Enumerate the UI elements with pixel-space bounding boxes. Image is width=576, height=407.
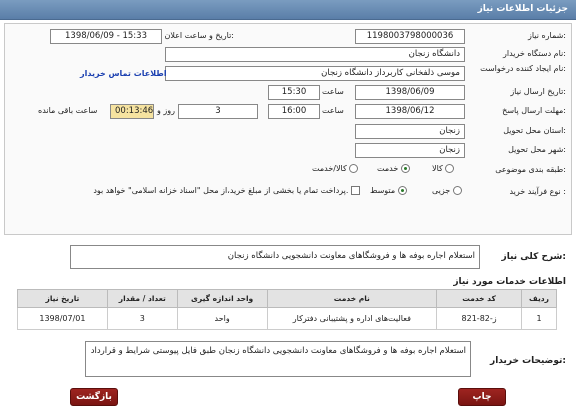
purchase-option-minor-label: جزیی <box>432 186 451 195</box>
services-table-wrap: تاریخ نیاز تعداد / مقدار واحد اندازه گیر… <box>17 289 557 330</box>
radio-minor[interactable] <box>452 186 462 195</box>
buyer-contact-link[interactable]: اطلاعات تماس خریدار <box>80 69 167 78</box>
deadline-time-label: ساعت <box>322 106 344 115</box>
category-option-goods-service-label: کالا/خدمت <box>312 164 347 173</box>
col-need-date: تاریخ نیاز <box>17 289 108 308</box>
summary-label: شرح کلی نیاز: <box>501 252 566 262</box>
radio-goods[interactable] <box>445 164 455 173</box>
send-date-field[interactable]: 1398/06/09 <box>355 85 465 100</box>
back-button[interactable]: بازگشت <box>70 388 118 406</box>
buyer-org-field[interactable]: دانشگاه زنجان <box>165 47 465 62</box>
cell-service-name: فعالیت‌های اداره و پشتیبانی دفترکار <box>266 307 438 330</box>
deadline-time-field[interactable]: 16:00 <box>268 104 320 119</box>
services-heading: اطلاعات خدمات مورد نیاز <box>453 277 566 287</box>
summary-field[interactable]: استعلام اجاره بوفه ها و فروشگاهای معاونت… <box>70 245 480 269</box>
purchase-option-minor[interactable]: جزیی <box>432 186 462 195</box>
treasury-payment-checkbox[interactable] <box>351 186 360 195</box>
deadline-label: مهلت ارسال پاسخ: <box>502 106 566 115</box>
city-label: شهر محل تحویل: <box>508 145 566 154</box>
category-option-service[interactable]: خدمت <box>377 164 410 173</box>
table-row[interactable]: 1398/07/01 3 واحد فعالیت‌های اداره و پشت… <box>17 307 557 330</box>
requester-field[interactable]: موسی ذلفخانی کاربرداز دانشگاه زنجان <box>165 66 465 81</box>
city-field[interactable]: زنجان <box>355 143 465 158</box>
purchase-option-medium[interactable]: متوسط <box>370 186 407 195</box>
deadline-date-field[interactable]: 1398/06/12 <box>355 104 465 119</box>
treasury-payment-option[interactable]: پرداخت تمام یا بخشی از مبلغ خرید،از محل … <box>70 186 360 195</box>
col-service-code: کد خدمت <box>436 289 522 308</box>
purchase-option-medium-label: متوسط <box>370 186 396 195</box>
cell-row-number: 1 <box>521 307 557 330</box>
cell-service-code: ز-82-821 <box>436 307 522 330</box>
province-label: استان محل تحویل: <box>503 126 566 135</box>
print-button[interactable]: چاپ <box>458 388 506 406</box>
need-number-field[interactable]: 1198003798000036 <box>355 29 465 44</box>
buyer-org-label: نام دستگاه خریدار: <box>502 49 566 58</box>
need-number-label: شماره نیاز: <box>527 31 566 40</box>
category-option-goods-label: کالا <box>432 164 443 173</box>
col-quantity: تعداد / مقدار <box>106 289 178 308</box>
send-time-field[interactable]: 15:30 <box>268 85 320 100</box>
page-title: جزئیات اطلاعات نیاز <box>477 4 568 14</box>
days-label: روز و <box>157 106 175 115</box>
category-option-service-label: خدمت <box>377 164 399 173</box>
remaining-time-field: 00:13:46 <box>110 104 154 119</box>
page-header: جزئیات اطلاعات نیاز <box>0 0 576 20</box>
radio-goods-service[interactable] <box>349 164 359 173</box>
category-label: طبقه بندی موضوعی: <box>495 165 566 174</box>
purchase-type-label: نوع فرآیند خرید : <box>509 187 566 196</box>
cell-quantity: 3 <box>106 307 178 330</box>
col-service-name: نام خدمت <box>266 289 438 308</box>
radio-service[interactable] <box>400 164 410 173</box>
requester-label-text: نام ایجاد کننده درخواست: <box>480 64 566 73</box>
announce-datetime-field[interactable]: 1398/06/09 - 15:33 <box>50 29 162 44</box>
col-unit: واحد اندازه گیری <box>176 289 268 308</box>
services-table: تاریخ نیاز تعداد / مقدار واحد اندازه گیر… <box>17 289 557 330</box>
cell-need-date: 1398/07/01 <box>17 307 108 330</box>
requester-label: نام ایجاد کننده درخواست: <box>480 64 566 74</box>
category-option-goods-service[interactable]: کالا/خدمت <box>312 164 359 173</box>
cell-unit: واحد <box>176 307 268 330</box>
radio-medium[interactable] <box>397 186 407 195</box>
province-field[interactable]: زنجان <box>355 124 465 139</box>
buyer-notes-field[interactable]: استعلام اجاره بوفه ها و فروشگاهای معاونت… <box>85 341 471 377</box>
send-time-label: ساعت <box>322 87 344 96</box>
buyer-notes-label: توضیحات خریدار: <box>490 356 566 366</box>
send-date-label: تاریخ ارسال نیاز: <box>510 87 566 96</box>
category-option-goods[interactable]: کالا <box>432 164 455 173</box>
col-row-number: ردیف <box>521 289 557 308</box>
remaining-label: ساعت باقی مانده <box>38 106 98 115</box>
deadline-days-field[interactable]: 3 <box>178 104 258 119</box>
treasury-payment-note: پرداخت تمام یا بخشی از مبلغ خرید،از محل … <box>93 186 349 195</box>
